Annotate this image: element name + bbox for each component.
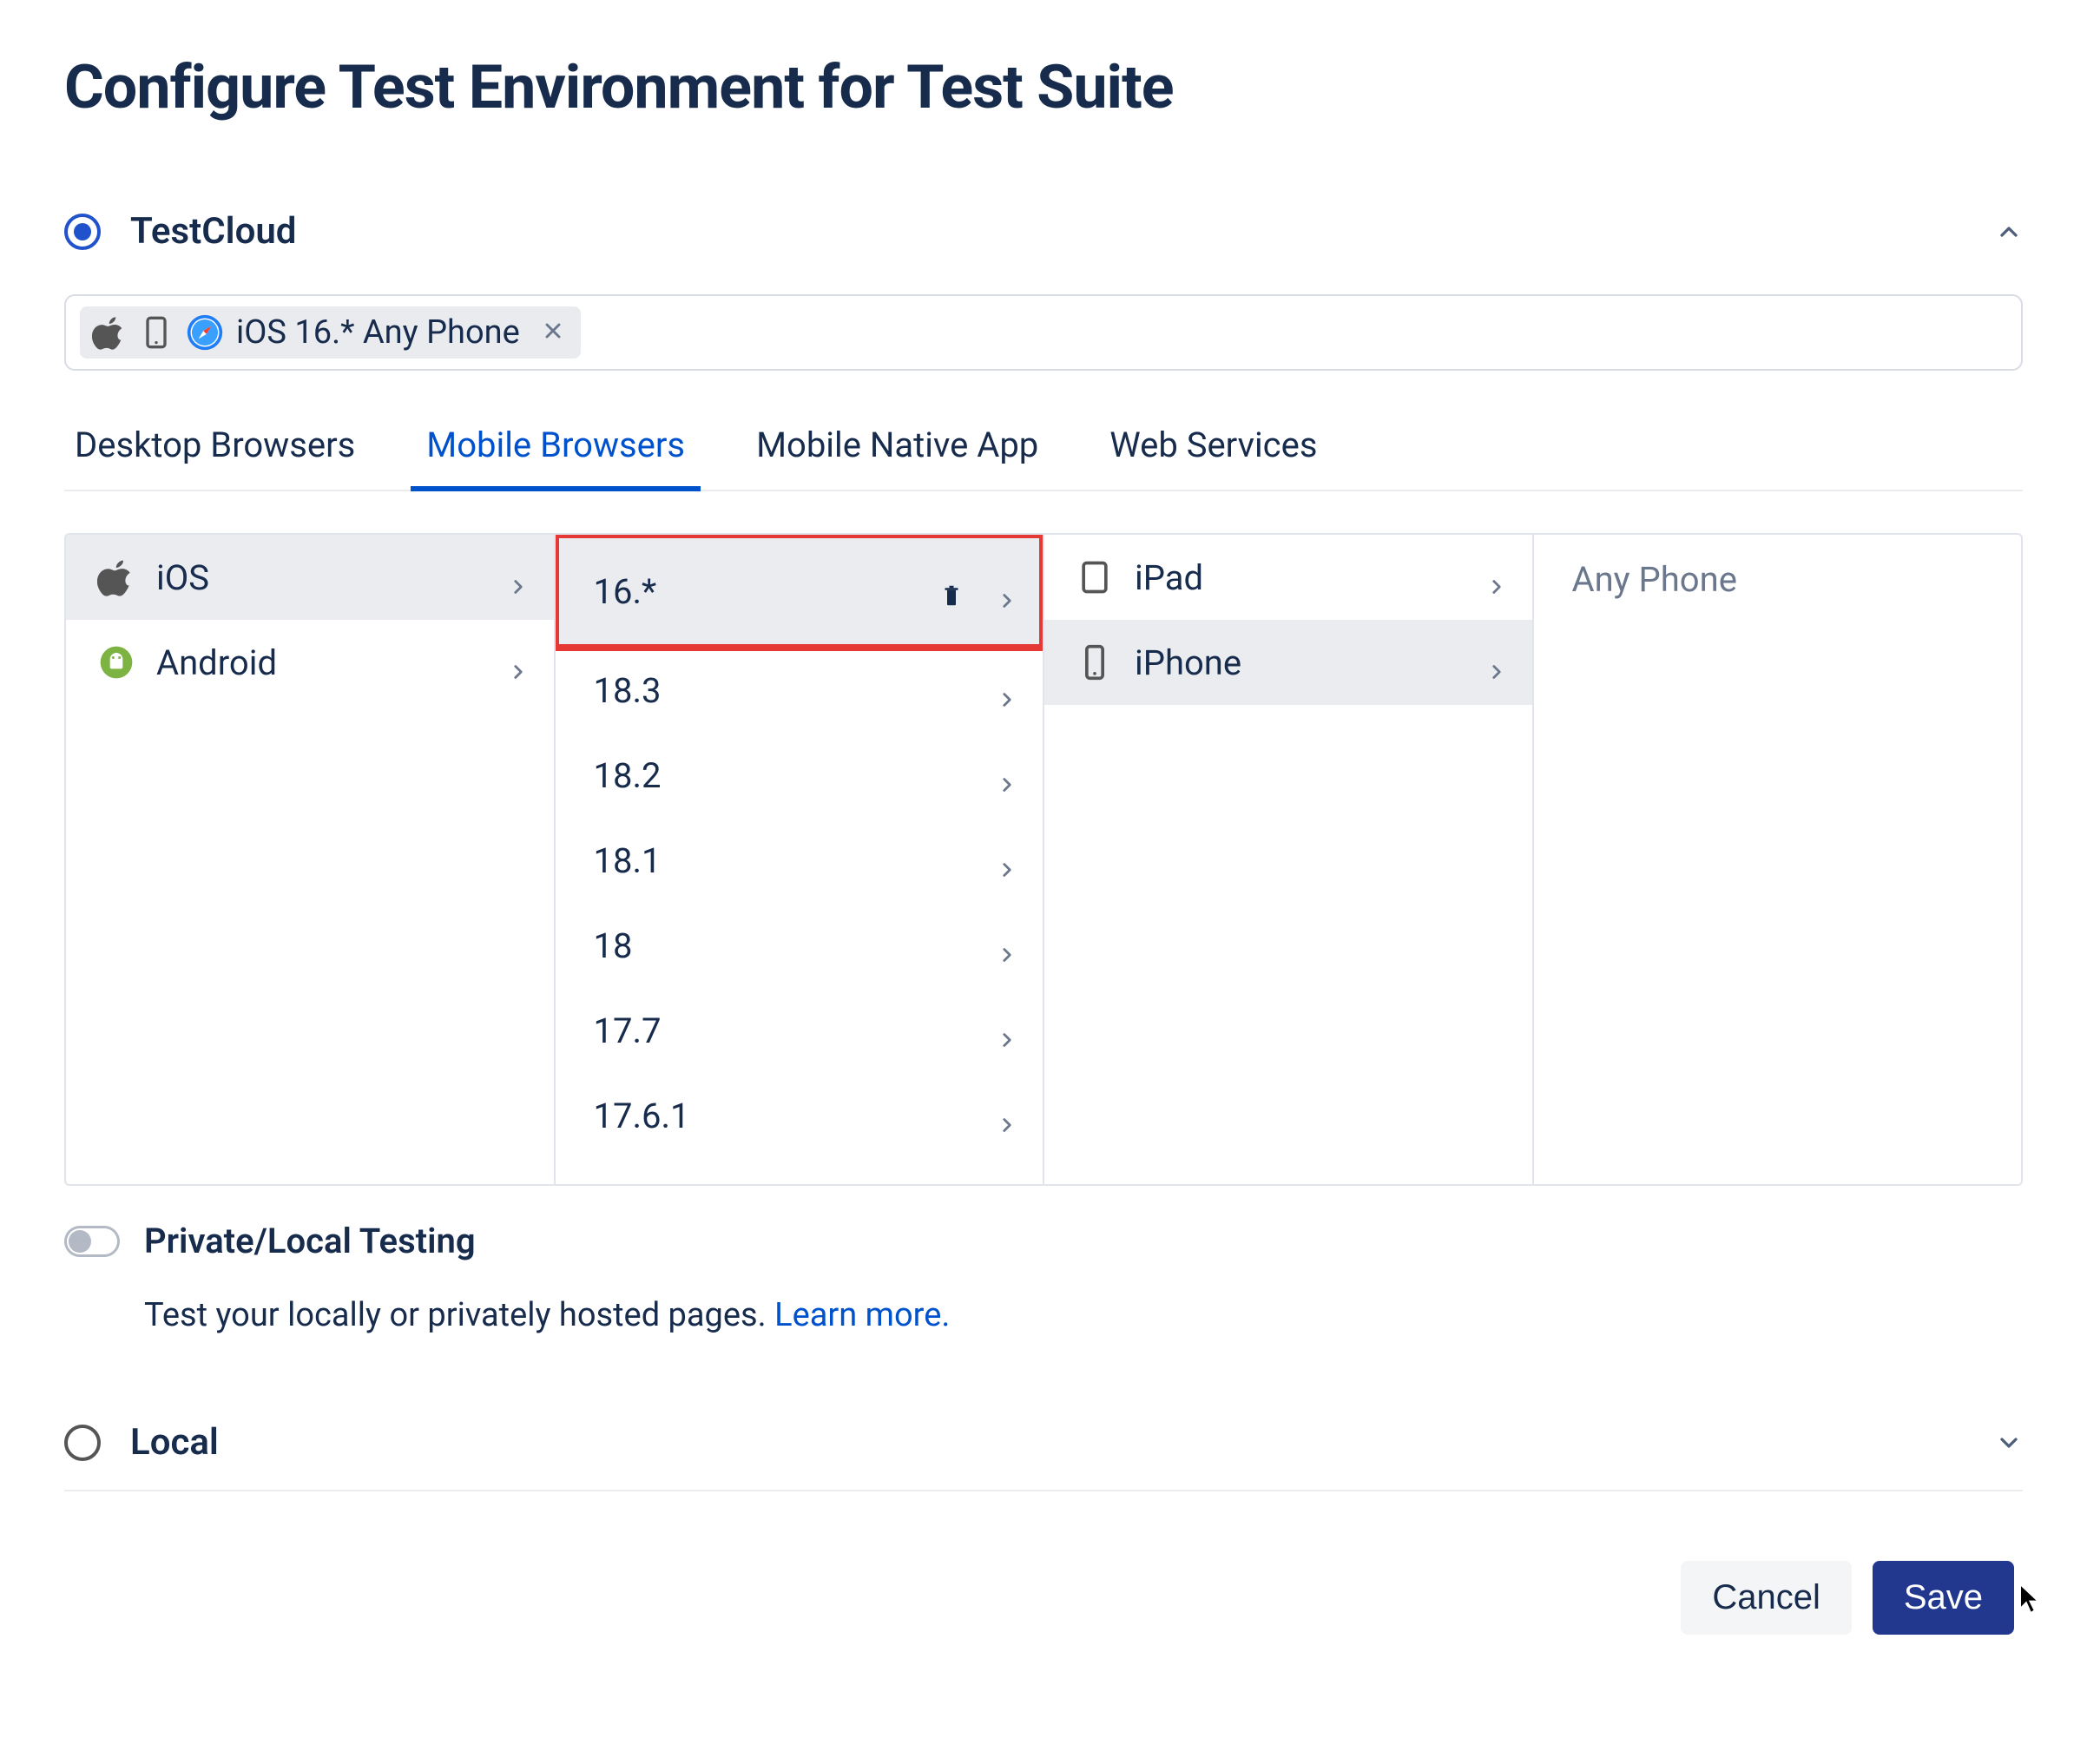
apple-icon	[92, 315, 127, 350]
device-type-label: iPhone	[1135, 642, 1485, 683]
tab-web-services[interactable]: Web Services	[1104, 405, 1322, 490]
platform-item-ios[interactable]: iOS	[66, 535, 554, 620]
platform-item-label: Android	[156, 642, 507, 683]
safari-icon	[186, 313, 224, 352]
version-item-label: 17.7	[587, 1010, 997, 1051]
tab-mobile-native-app[interactable]: Mobile Native App	[751, 405, 1044, 490]
platform-item-label: iOS	[156, 557, 507, 598]
chevron-right-icon	[996, 1104, 1018, 1127]
version-item[interactable]: 18.2	[556, 733, 1044, 818]
browser-type-tabs: Desktop Browsers Mobile Browsers Mobile …	[64, 405, 2023, 491]
version-item[interactable]: 18	[556, 903, 1044, 988]
chevron-right-icon	[1485, 566, 1508, 589]
environment-chip-label: iOS 16.* Any Phone	[236, 313, 520, 352]
radio-local[interactable]	[64, 1425, 101, 1461]
chevron-right-icon	[1485, 651, 1508, 674]
private-local-testing-label: Private/Local Testing	[144, 1221, 476, 1261]
device-type-label: iPad	[1135, 557, 1485, 598]
chevron-up-icon[interactable]	[1995, 218, 2023, 246]
environment-chip[interactable]: iOS 16.* Any Phone	[80, 306, 581, 359]
apple-icon	[97, 558, 135, 596]
private-local-testing-toggle[interactable]	[64, 1226, 120, 1257]
selected-environments-bar[interactable]: iOS 16.* Any Phone	[64, 294, 2023, 371]
version-item-label: 18.3	[587, 670, 997, 711]
chevron-right-icon	[996, 679, 1018, 701]
version-item-label: 16.*	[587, 571, 939, 612]
version-item[interactable]: 17.7	[556, 988, 1044, 1073]
environment-column-browser: iOS Android 16.*	[64, 533, 2023, 1186]
private-local-testing-desc: Test your locally or privately hosted pa…	[144, 1296, 2023, 1334]
chevron-right-icon	[507, 651, 530, 674]
version-item-label: 17.6.1	[587, 1096, 997, 1136]
chevron-right-icon	[996, 849, 1018, 872]
radio-testcloud[interactable]	[64, 214, 101, 250]
trash-icon[interactable]	[938, 576, 964, 606]
version-column: 16.* 18.3 18.2 18.1 18	[556, 535, 1045, 1184]
device-model-column: Any Phone	[1534, 535, 2022, 1184]
platform-item-android[interactable]: Android	[66, 620, 554, 705]
section-local[interactable]: Local	[64, 1421, 2023, 1491]
device-model-any-phone[interactable]: Any Phone	[1534, 535, 2022, 624]
version-item[interactable]: 18.1	[556, 818, 1044, 903]
phone-icon	[139, 315, 174, 350]
device-type-item-ipad[interactable]: iPad	[1044, 535, 1532, 620]
chevron-down-icon[interactable]	[1995, 1429, 2023, 1457]
tab-mobile-browsers[interactable]: Mobile Browsers	[421, 405, 690, 490]
device-type-column: iPad iPhone	[1044, 535, 1534, 1184]
tab-desktop-browsers[interactable]: Desktop Browsers	[69, 405, 360, 490]
section-local-label: Local	[130, 1421, 1995, 1464]
cancel-button[interactable]: Cancel	[1681, 1561, 1852, 1635]
save-button[interactable]: Save	[1873, 1561, 2014, 1635]
remove-chip-icon[interactable]	[541, 313, 565, 352]
version-item-label: 18.2	[587, 755, 997, 796]
version-item-16-star[interactable]: 16.*	[556, 535, 1044, 648]
device-type-item-iphone[interactable]: iPhone	[1044, 620, 1532, 705]
platform-column: iOS Android	[66, 535, 556, 1184]
chevron-right-icon	[996, 1019, 1018, 1042]
android-icon	[97, 643, 135, 681]
tablet-icon	[1076, 558, 1114, 596]
dialog-footer: Cancel Save	[64, 1561, 2023, 1635]
version-item-label: 18	[587, 925, 997, 966]
chevron-right-icon	[996, 934, 1018, 957]
section-testcloud-label: TestCloud	[130, 210, 1995, 253]
chevron-right-icon	[996, 580, 1018, 602]
chevron-right-icon	[507, 566, 530, 589]
private-local-testing-row: Private/Local Testing	[64, 1221, 2023, 1261]
version-item[interactable]: 18.3	[556, 648, 1044, 733]
version-item[interactable]: 17.6.1	[556, 1073, 1044, 1158]
version-item-label: 18.1	[587, 840, 997, 881]
section-testcloud[interactable]: TestCloud	[64, 201, 2023, 273]
phone-icon	[1076, 643, 1114, 681]
learn-more-link[interactable]: Learn more.	[774, 1296, 950, 1334]
page-title: Configure Test Environment for Test Suit…	[64, 52, 2023, 123]
chevron-right-icon	[996, 764, 1018, 787]
